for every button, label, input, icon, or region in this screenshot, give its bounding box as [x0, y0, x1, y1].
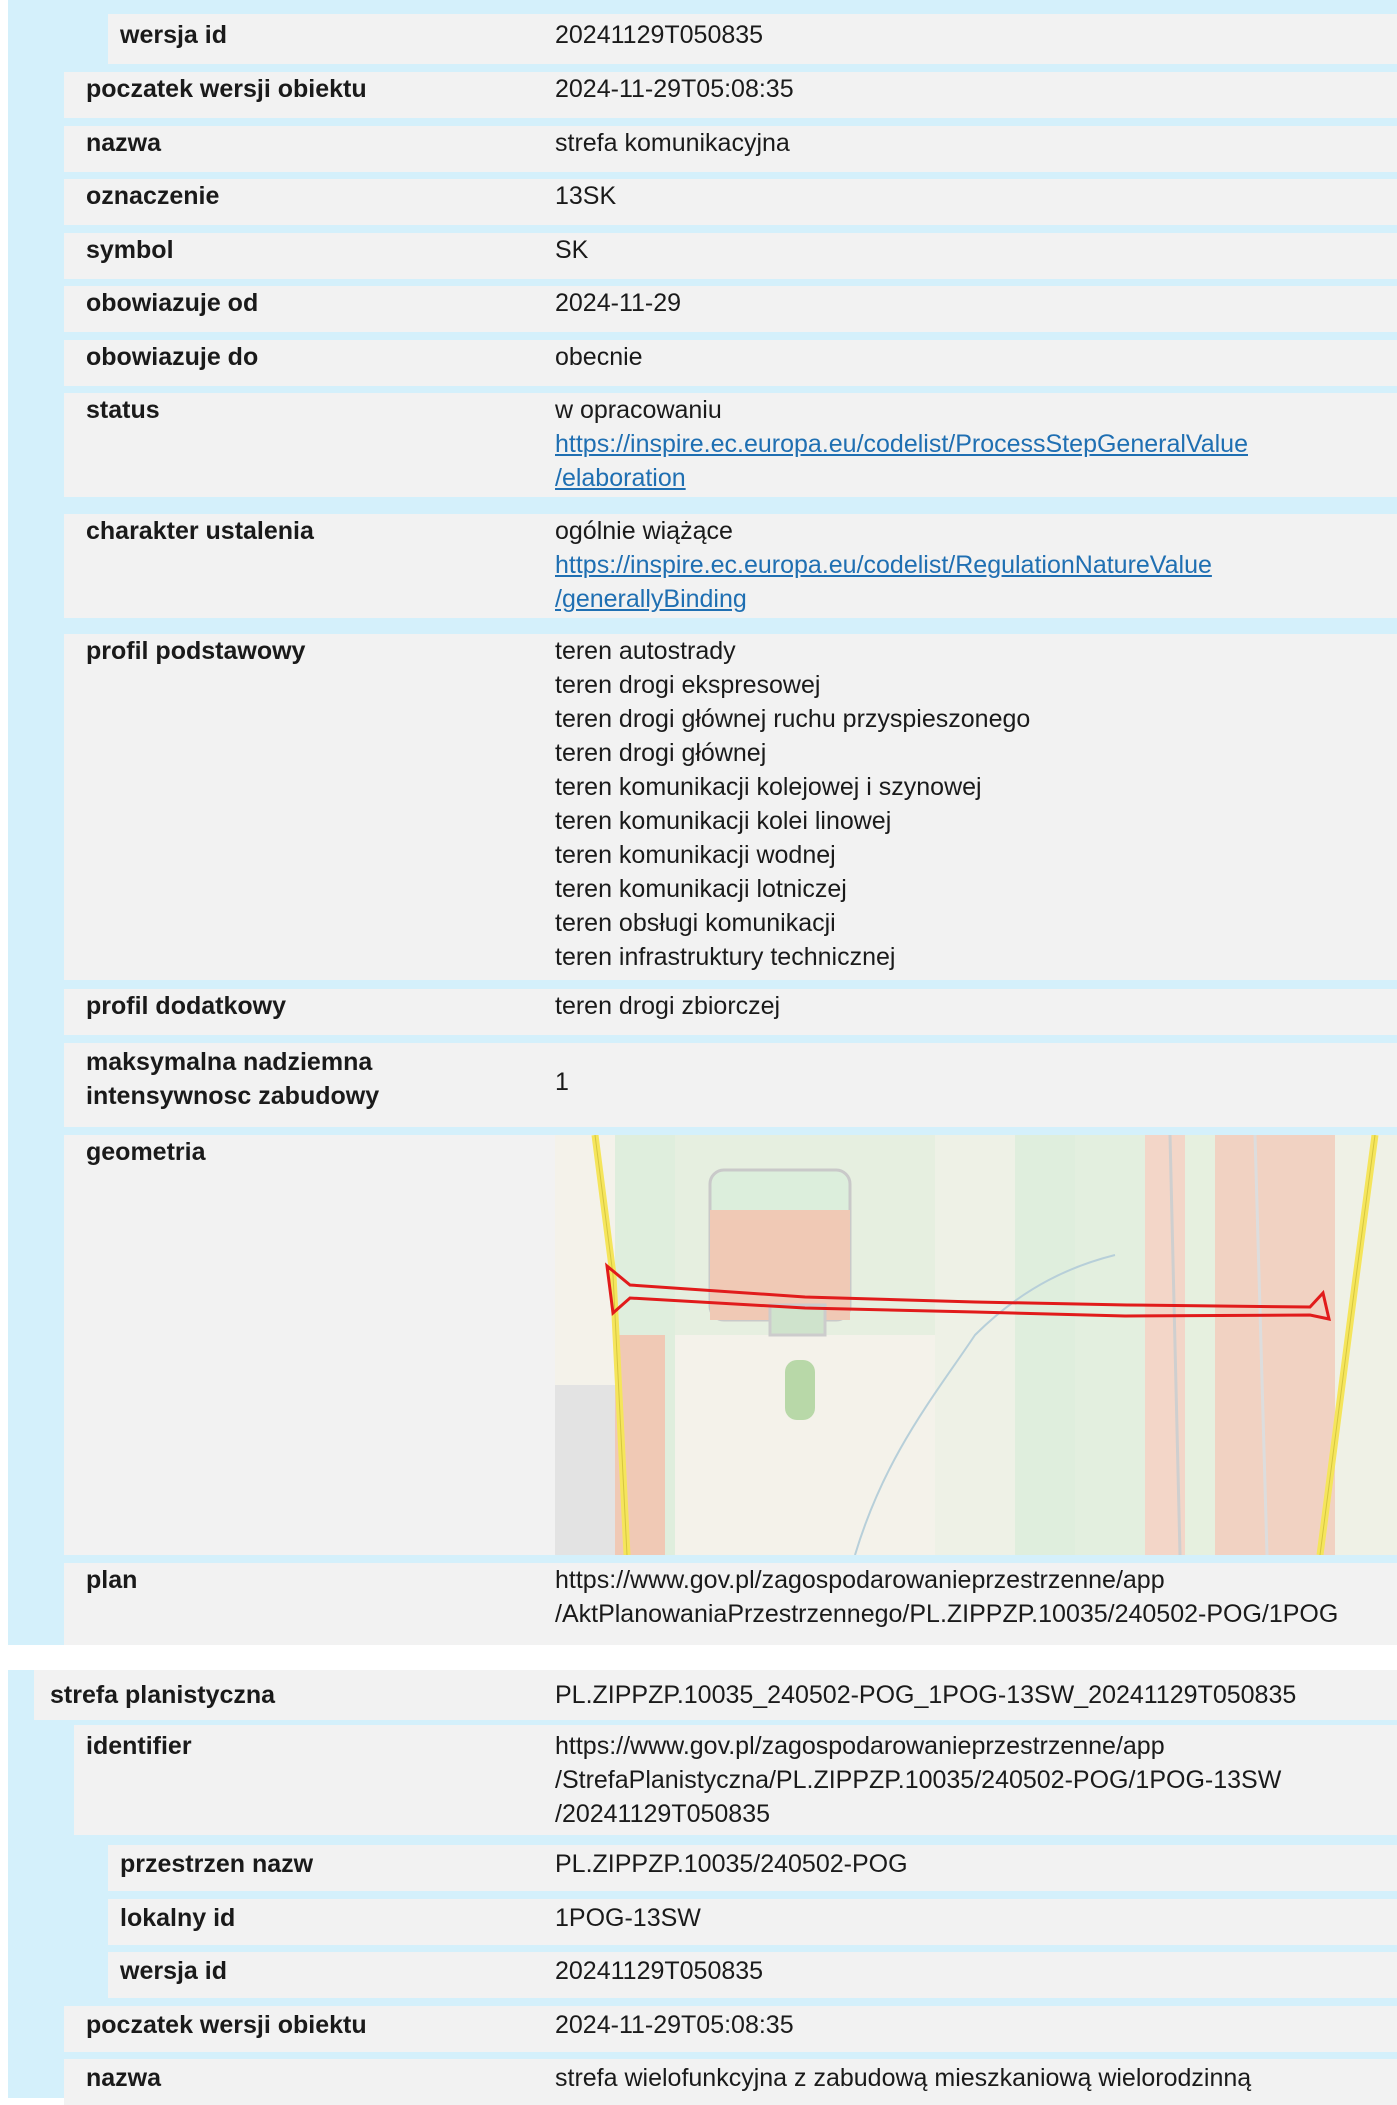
profil-item: teren komunikacji kolejowej i szynowej	[555, 773, 982, 801]
label-lokalny-id: lokalny id	[120, 1904, 236, 1932]
label-wersja-id: wersja id	[120, 21, 227, 49]
label-plan: plan	[86, 1566, 138, 1594]
label-wersja-id-2: wersja id	[120, 1957, 227, 1985]
geometry-map[interactable]	[555, 1135, 1397, 1555]
charakter-link-line1: https://inspire.ec.europa.eu/codelist/Re…	[555, 551, 1212, 579]
label-intensywnosc-line2: intensywnosc zabudowy	[86, 1082, 380, 1110]
row-profil-dodatkowy: profil dodatkowy teren drogi zbiorczej	[64, 989, 1397, 1035]
label-poczatek-wersji: poczatek wersji obiektu	[86, 75, 367, 103]
value-obowiazuje-do: obecnie	[555, 343, 643, 371]
label-intensywnosc: maksymalna nadziemna intensywnosc zabudo…	[64, 1043, 379, 1127]
label-poczatek-wersji-2: poczatek wersji obiektu	[86, 2011, 367, 2039]
profil-item: teren komunikacji wodnej	[555, 841, 836, 869]
label-profil-podstawowy: profil podstawowy	[86, 637, 306, 665]
row-poczatek-wersji-2: poczatek wersji obiektu 2024-11-29T05:08…	[64, 2006, 1397, 2052]
charakter-text: ogólnie wiążące	[555, 517, 733, 545]
profil-item: teren drogi ekspresowej	[555, 671, 821, 699]
label-nazwa-2: nazwa	[86, 2064, 162, 2092]
row-poczatek-wersji: poczatek wersji obiektu 2024-11-29T05:08…	[64, 72, 1397, 118]
row-plan: plan https://www.gov.pl/zagospodarowanie…	[64, 1563, 1397, 1645]
value-strefa-planistyczna: PL.ZIPPZP.10035_240502-POG_1POG-13SW_202…	[555, 1681, 1297, 1709]
label-obowiazuje-od: obowiazuje od	[86, 289, 259, 317]
value-identifier: https://www.gov.pl/zagospodarowanieprzes…	[555, 1729, 1389, 1831]
charakter-link[interactable]: https://inspire.ec.europa.eu/codelist/Re…	[555, 551, 1212, 613]
nest-marker-przestrzen	[74, 1845, 108, 1891]
value-charakter-ustalenia: ogólnie wiążące https://inspire.ec.europ…	[555, 514, 1389, 616]
value-poczatek-wersji-2: 2024-11-29T05:08:35	[555, 2011, 794, 2039]
row-przestrzen-nazw: przestrzen nazw PL.ZIPPZP.10035/240502-P…	[108, 1845, 1397, 1891]
row-charakter-ustalenia: charakter ustalenia ogólnie wiążące http…	[64, 514, 1397, 618]
profil-item: teren drogi głównej	[555, 739, 767, 767]
status-text: w opracowaniu	[555, 396, 722, 424]
identifier-line1: https://www.gov.pl/zagospodarowanieprzes…	[555, 1732, 1165, 1760]
label-status: status	[86, 396, 160, 424]
value-profil-dodatkowy: teren drogi zbiorczej	[555, 992, 781, 1020]
row-profil-podstawowy: profil podstawowy teren autostrady teren…	[64, 634, 1397, 980]
identifier-line2: /StrefaPlanistyczna/PL.ZIPPZP.10035/2405…	[555, 1766, 1282, 1794]
row-obowiazuje-od: obowiazuje od 2024-11-29	[64, 286, 1397, 332]
profil-item: teren obsługi komunikacji	[555, 909, 836, 937]
value-symbol: SK	[555, 236, 589, 264]
profil-item: teren autostrady	[555, 637, 736, 665]
value-lokalny-id: 1POG-13SW	[555, 1904, 701, 1932]
label-oznaczenie: oznaczenie	[86, 182, 220, 210]
label-obowiazuje-do: obowiazuje do	[86, 343, 259, 371]
row-strefa-planistyczna: strefa planistyczna PL.ZIPPZP.10035_2405…	[34, 1670, 1397, 1720]
value-intensywnosc: 1	[555, 1068, 569, 1096]
value-profil-podstawowy: teren autostrady teren drogi ekspresowej…	[555, 634, 1389, 974]
value-wersja-id-2: 20241129T050835	[555, 1957, 764, 1985]
label-symbol: symbol	[86, 236, 174, 264]
row-obowiazuje-do: obowiazuje do obecnie	[64, 340, 1397, 386]
value-nazwa: strefa komunikacyjna	[555, 129, 790, 157]
nest-marker-lokalny	[74, 1899, 108, 1945]
row-status: status w opracowaniu https://inspire.ec.…	[64, 393, 1397, 497]
label-strefa-planistyczna: strefa planistyczna	[50, 1681, 276, 1709]
label-intensywnosc-line1: maksymalna nadziemna	[86, 1048, 373, 1076]
profil-item: teren komunikacji kolei linowej	[555, 807, 892, 835]
row-nazwa-2: nazwa strefa wielofunkcyjna z zabudową m…	[64, 2059, 1397, 2105]
plan-line1: https://www.gov.pl/zagospodarowanieprzes…	[555, 1566, 1165, 1594]
value-poczatek-wersji: 2024-11-29T05:08:35	[555, 75, 794, 103]
nest-marker-wersja-2	[74, 1952, 108, 1998]
plan-line2: /AktPlanowaniaPrzestrzennego/PL.ZIPPZP.1…	[555, 1600, 1339, 1628]
charakter-link-line2: /generallyBinding	[555, 585, 747, 613]
row-nazwa: nazwa strefa komunikacyjna	[64, 126, 1397, 172]
status-link[interactable]: https://inspire.ec.europa.eu/codelist/Pr…	[555, 430, 1248, 492]
row-oznaczenie: oznaczenie 13SK	[64, 179, 1397, 225]
label-identifier: identifier	[86, 1732, 192, 1760]
label-nazwa: nazwa	[86, 129, 162, 157]
row-lokalny-id: lokalny id 1POG-13SW	[108, 1899, 1397, 1945]
profil-item: teren komunikacji lotniczej	[555, 875, 847, 903]
label-charakter-ustalenia: charakter ustalenia	[86, 517, 314, 545]
status-link-line2: /elaboration	[555, 464, 686, 492]
label-geometria: geometria	[86, 1138, 206, 1166]
nest-marker-wersja	[74, 14, 108, 64]
label-przestrzen-nazw: przestrzen nazw	[120, 1850, 314, 1878]
value-przestrzen-nazw: PL.ZIPPZP.10035/240502-POG	[555, 1850, 908, 1878]
value-status: w opracowaniu https://inspire.ec.europa.…	[555, 393, 1389, 495]
value-nazwa-2: strefa wielofunkcyjna z zabudową mieszka…	[555, 2064, 1252, 2092]
row-intensywnosc: maksymalna nadziemna intensywnosc zabudo…	[64, 1043, 1397, 1127]
row-identifier: identifier https://www.gov.pl/zagospodar…	[64, 1725, 1397, 1835]
label-profil-dodatkowy: profil dodatkowy	[86, 992, 286, 1020]
profil-item: teren infrastruktury technicznej	[555, 943, 896, 971]
identifier-line3: /20241129T050835	[555, 1800, 771, 1828]
map-canvas	[555, 1135, 1397, 1555]
value-oznaczenie: 13SK	[555, 182, 617, 210]
row-symbol: symbol SK	[64, 233, 1397, 279]
row-wersja-id-2: wersja id 20241129T050835	[108, 1952, 1397, 1998]
value-plan: https://www.gov.pl/zagospodarowanieprzes…	[555, 1563, 1389, 1631]
value-obowiazuje-od: 2024-11-29	[555, 289, 682, 317]
status-link-line1: https://inspire.ec.europa.eu/codelist/Pr…	[555, 430, 1248, 458]
row-wersja-id: wersja id 20241129T050835	[108, 14, 1397, 64]
profil-item: teren drogi głównej ruchu przyspieszoneg…	[555, 705, 1031, 733]
value-wersja-id: 20241129T050835	[555, 21, 764, 49]
